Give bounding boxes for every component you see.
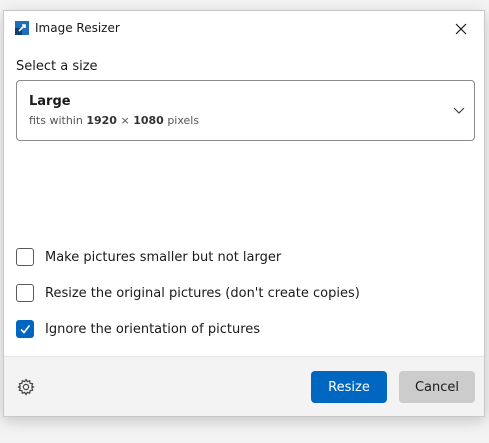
checkbox-resize-original[interactable] [16, 284, 34, 302]
cancel-button[interactable]: Cancel [399, 371, 475, 403]
size-unit: pixels [167, 114, 200, 127]
gear-icon[interactable] [16, 377, 36, 397]
close-icon [455, 23, 467, 35]
option-label: Make pictures smaller but not larger [45, 249, 282, 265]
selected-size-name: Large [29, 94, 71, 109]
size-width: 1920 [86, 114, 117, 127]
title-bar: Image Resizer [4, 11, 484, 45]
option-label: Ignore the orientation of pictures [45, 321, 261, 337]
size-section-label: Select a size [16, 59, 98, 74]
image-resizer-icon [15, 21, 29, 35]
checkmark-icon [20, 325, 31, 334]
size-dropdown[interactable]: Large fits within 1920 × 1080 pixels [16, 80, 475, 141]
image-resizer-window: Image Resizer Select a size Large fits w… [3, 10, 485, 417]
option-resize-original[interactable]: Resize the original pictures (don't crea… [16, 282, 360, 304]
size-times: × [120, 114, 130, 127]
option-label: Resize the original pictures (don't crea… [45, 285, 360, 301]
dialog-footer: Resize Cancel [4, 356, 484, 416]
resize-button[interactable]: Resize [311, 371, 387, 403]
size-desc-prefix: fits within [29, 114, 83, 127]
option-ignore-orientation[interactable]: Ignore the orientation of pictures [16, 318, 260, 340]
close-button[interactable] [446, 15, 476, 43]
size-height: 1080 [133, 114, 164, 127]
option-smaller-not-larger[interactable]: Make pictures smaller but not larger [16, 246, 281, 268]
selected-size-description: fits within 1920 × 1080 pixels [29, 114, 199, 127]
window-title: Image Resizer [35, 21, 120, 35]
checkbox-ignore-orientation[interactable] [16, 320, 34, 338]
chevron-down-icon [453, 107, 465, 114]
checkbox-smaller-not-larger[interactable] [16, 248, 34, 266]
